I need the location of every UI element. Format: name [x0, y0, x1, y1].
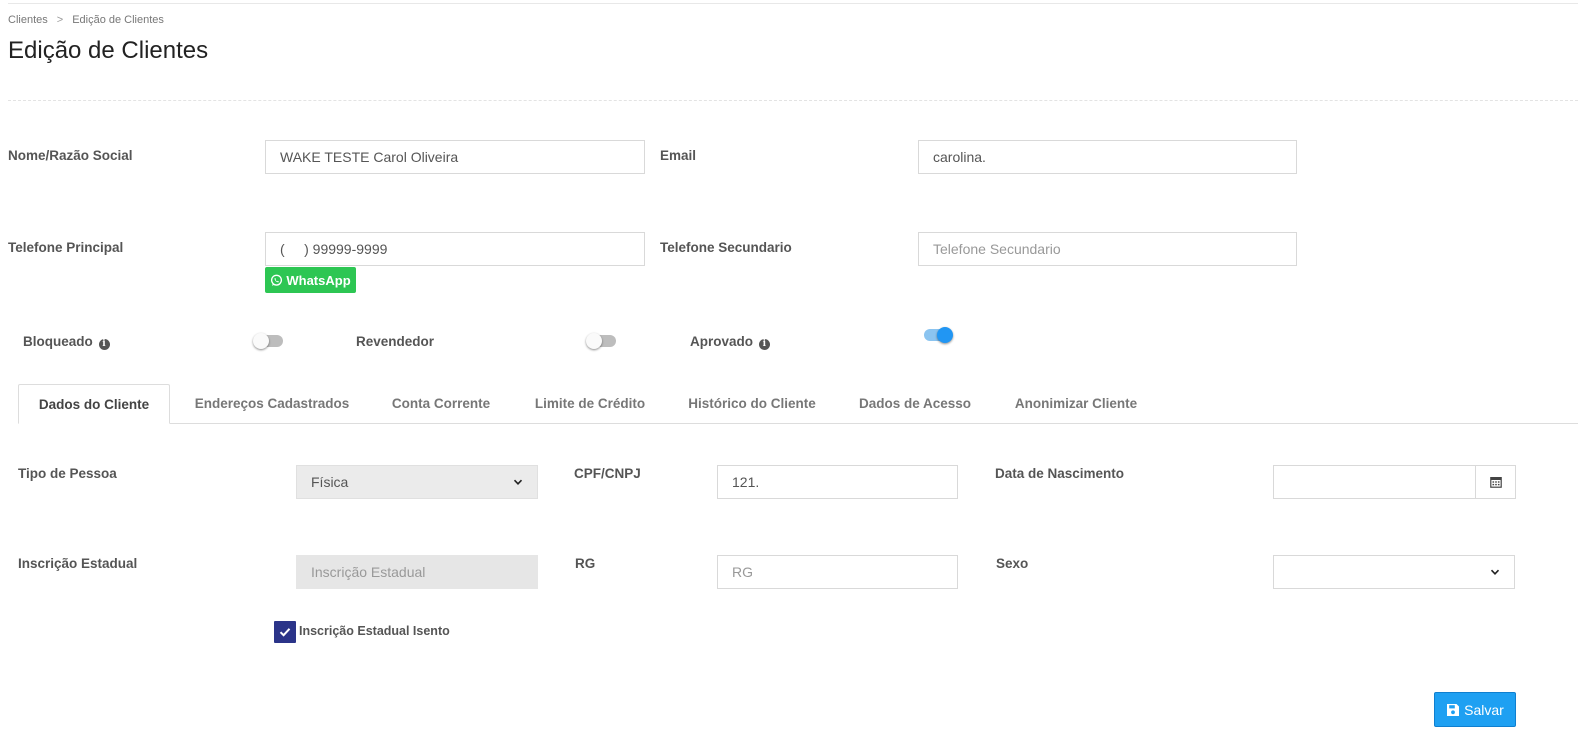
toggle-knob	[586, 333, 602, 349]
telefone-principal-input[interactable]	[265, 232, 645, 266]
aprovado-label-text: Aprovado	[690, 334, 754, 349]
tab-historico-do-cliente[interactable]: Histórico do Cliente	[678, 384, 826, 423]
tab-anonimizar-cliente[interactable]: Anonimizar Cliente	[1004, 384, 1148, 423]
bloqueado-label: Bloqueado i	[23, 334, 110, 350]
nome-input[interactable]	[265, 140, 645, 174]
tipo-pessoa-label: Tipo de Pessoa	[18, 466, 117, 481]
tipo-pessoa-select[interactable]: Física	[296, 465, 538, 499]
inscricao-estadual-label: Inscrição Estadual	[18, 556, 138, 571]
telefone-secundario-input[interactable]	[918, 232, 1297, 266]
toggle-knob	[937, 327, 953, 343]
telefone-secundario-label: Telefone Secundario	[660, 240, 792, 255]
toggle-knob	[253, 333, 269, 349]
info-icon[interactable]: i	[758, 339, 770, 350]
revendedor-toggle[interactable]	[586, 333, 616, 349]
tab-dados-de-acesso[interactable]: Dados de Acesso	[850, 384, 980, 423]
tab-enderecos-cadastrados[interactable]: Endereços Cadastrados	[186, 384, 358, 423]
aprovado-label: Aprovado i	[690, 334, 770, 350]
email-label: Email	[660, 148, 697, 163]
info-icon[interactable]: i	[98, 339, 110, 350]
aprovado-toggle[interactable]	[924, 327, 954, 343]
calendar-button[interactable]	[1476, 465, 1516, 499]
save-icon	[1447, 703, 1460, 716]
whatsapp-button[interactable]: WhatsApp	[265, 267, 356, 293]
nome-label: Nome/Razão Social	[8, 148, 133, 163]
data-nascimento-label: Data de Nascimento	[995, 466, 1125, 481]
whatsapp-label: WhatsApp	[286, 272, 351, 288]
rg-label: RG	[575, 556, 596, 571]
save-button[interactable]: Salvar	[1434, 692, 1516, 727]
save-label: Salvar	[1464, 701, 1504, 718]
tab-dados-do-cliente[interactable]: Dados do Cliente	[18, 384, 170, 424]
tab-limite-de-credito[interactable]: Limite de Crédito	[525, 384, 655, 423]
tab-conta-corrente[interactable]: Conta Corrente	[380, 384, 502, 423]
chevron-down-icon	[1490, 569, 1500, 575]
ie-isento-label: Inscrição Estadual Isento	[299, 624, 450, 638]
header-divider	[8, 100, 1578, 101]
bloqueado-toggle[interactable]	[253, 333, 283, 349]
breadcrumb-separator: >	[56, 14, 64, 26]
chevron-down-icon	[513, 479, 523, 485]
telefone-principal-label: Telefone Principal	[8, 240, 124, 255]
top-divider	[8, 3, 1578, 4]
check-icon	[279, 628, 291, 637]
calendar-icon	[1489, 477, 1502, 488]
data-nascimento-input[interactable]	[1273, 465, 1476, 499]
whatsapp-icon	[271, 274, 283, 286]
cpf-cnpj-input[interactable]	[717, 465, 958, 499]
rg-input[interactable]	[717, 555, 958, 589]
page-title: Edição de Clientes	[8, 37, 209, 64]
breadcrumb-current: Edição de Clientes	[72, 14, 164, 26]
breadcrumb-clientes-link[interactable]: Clientes	[8, 14, 48, 26]
inscricao-estadual-input	[296, 555, 538, 589]
cpf-cnpj-label: CPF/CNPJ	[574, 466, 641, 481]
email-input[interactable]	[918, 140, 1297, 174]
bloqueado-label-text: Bloqueado	[23, 334, 93, 349]
ie-isento-checkbox[interactable]	[274, 621, 296, 643]
sexo-select[interactable]	[1273, 555, 1515, 589]
breadcrumb: Clientes > Edição de Clientes	[8, 14, 164, 26]
tipo-pessoa-value: Física	[311, 474, 349, 490]
tabs-divider	[18, 423, 1578, 424]
revendedor-label: Revendedor	[356, 334, 435, 349]
sexo-label: Sexo	[996, 556, 1029, 571]
